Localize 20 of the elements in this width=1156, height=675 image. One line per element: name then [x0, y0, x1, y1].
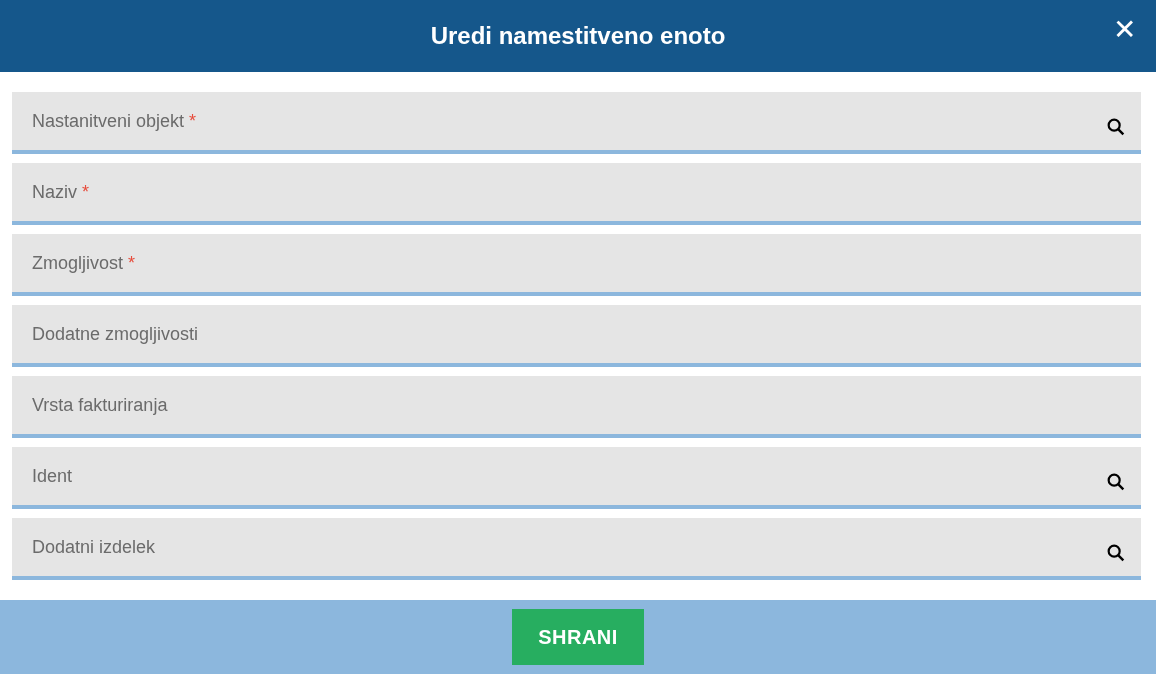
search-icon[interactable] [1105, 116, 1127, 138]
search-icon[interactable] [1105, 471, 1127, 493]
close-button[interactable]: ✕ [1107, 14, 1142, 46]
lookup-field[interactable]: Dodatni izdelek [12, 518, 1141, 580]
field-label: Dodatni izdelek [32, 535, 156, 559]
input-field[interactable]: Dodatne zmogljivosti [12, 305, 1141, 367]
save-button[interactable]: SHRANI [512, 609, 644, 665]
field-label: Ident [32, 464, 73, 488]
field-label: Vrsta fakturiranja [32, 393, 168, 417]
input-field[interactable]: Naziv * [12, 163, 1141, 225]
dialog-title: Uredi namestitveno enoto [430, 21, 726, 51]
lookup-field[interactable]: Nastanitveni objekt * [12, 92, 1141, 154]
field-label: Nastanitveni objekt * [32, 109, 197, 133]
field-label: Dodatne zmogljivosti [32, 322, 199, 346]
input-field[interactable]: Zmogljivost * [12, 234, 1141, 296]
field-label: Zmogljivost * [32, 251, 136, 275]
input-field[interactable]: Vrsta fakturiranja [12, 376, 1141, 438]
field-label: Naziv * [32, 180, 90, 204]
lookup-field[interactable]: Ident [12, 447, 1141, 509]
search-icon[interactable] [1105, 542, 1127, 564]
